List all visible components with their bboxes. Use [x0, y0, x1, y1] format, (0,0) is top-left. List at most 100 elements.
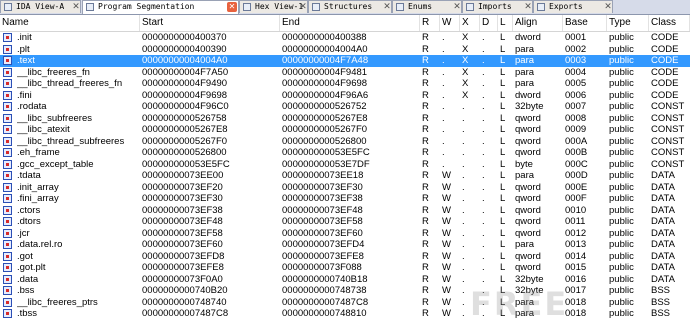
segments-table[interactable]: .init 0000000000400370 0000000000400388 R. X…	[0, 32, 690, 324]
close-icon[interactable]: ✕	[382, 1, 391, 13]
table-row[interactable]: .ctors 00000000073EF38 00000000073EF48 R W..…	[0, 205, 690, 217]
cell-end: 00000000005267E8	[282, 112, 368, 124]
table-row[interactable]: __libc_subfreeres 0000000000526758 0000000…	[0, 113, 690, 125]
cell-execute: .	[462, 170, 465, 181]
cell-loader: L	[500, 78, 506, 89]
cell-align: qword	[515, 147, 541, 158]
close-icon[interactable]: ✕	[603, 1, 612, 13]
cell-align: 32byte	[515, 285, 544, 296]
column-header-end[interactable]: End	[280, 15, 420, 31]
close-icon[interactable]: ✕	[227, 2, 237, 12]
table-row[interactable]: .init_array 00000000073EF20 00000000073EF3…	[0, 182, 690, 194]
table-row[interactable]: .plt 0000000000400390 00000000004004A0 R. X.…	[0, 44, 690, 56]
close-icon[interactable]: ✕	[71, 1, 80, 13]
cell-read: R	[422, 239, 429, 250]
cell-write: W	[442, 250, 451, 262]
table-row[interactable]: .data 00000000073F0A0 0000000000740B18 R W..…	[0, 274, 690, 286]
cell-type: public	[609, 124, 634, 135]
column-header-debug[interactable]: D	[480, 15, 498, 31]
cell-write: W	[442, 227, 451, 239]
cell-end: 00000000004F9698	[282, 78, 368, 89]
table-row[interactable]: .got 00000000073EFD8 00000000073EFE8 R W.. Lq…	[0, 251, 690, 263]
table-row[interactable]: __libc_thread_freeres_fn 00000000004F9490…	[0, 78, 690, 90]
cell-read: R	[422, 124, 429, 135]
tab-structures[interactable]: Structures ✕	[308, 0, 392, 13]
cell-align: para	[515, 239, 535, 250]
close-icon[interactable]: ✕	[452, 1, 461, 13]
column-header-type[interactable]: Type	[607, 15, 649, 31]
table-row[interactable]: .bss 0000000000740B20 0000000000748738 R W..…	[0, 285, 690, 297]
cell-debug: .	[482, 170, 485, 181]
cell-read: R	[422, 43, 429, 55]
cell-start: 0000000000526800	[142, 147, 227, 158]
cell-start: 0000000000400390	[142, 43, 227, 55]
table-row[interactable]: .init 0000000000400370 0000000000400388 R. X…	[0, 32, 690, 44]
table-row[interactable]: .jcr 00000000073EF58 00000000073EF60 R W.. Lq…	[0, 228, 690, 240]
segment-icon	[3, 102, 12, 111]
cell-base: 0008	[565, 112, 587, 124]
cell-loader: L	[500, 181, 506, 193]
column-header-class[interactable]: Class	[649, 15, 690, 31]
close-icon[interactable]: ✕	[298, 1, 307, 13]
cell-debug: .	[482, 135, 485, 147]
close-icon[interactable]: ✕	[523, 1, 532, 13]
table-row[interactable]: .rodata 00000000004F96C0 0000000000526752 R…	[0, 101, 690, 113]
table-row[interactable]: __libc_freeres_ptrs 0000000000748740 00000…	[0, 297, 690, 309]
cell-class: CODE	[651, 32, 679, 43]
table-row[interactable]: .dtors 00000000073EF48 00000000073EF58 R W..…	[0, 216, 690, 228]
cell-end: 00000000007487C8	[282, 296, 369, 308]
table-row[interactable]: .fini_array 00000000073EF30 00000000073EF3…	[0, 193, 690, 205]
table-row[interactable]: __libc_freeres_fn 00000000004F7A50 0000000…	[0, 67, 690, 79]
tab-imports[interactable]: Imports ✕	[462, 0, 533, 13]
hex-icon	[243, 3, 251, 11]
table-row[interactable]: .tbss 00000000007487C8 0000000000748810 R W.…	[0, 308, 690, 320]
column-header-name[interactable]: Name	[0, 15, 140, 31]
column-header-align[interactable]: Align	[513, 15, 563, 31]
cell-loader: L	[500, 32, 506, 43]
cell-base: 0002	[565, 43, 587, 55]
column-header-execute[interactable]: X	[460, 15, 480, 31]
segment-icon	[3, 228, 12, 238]
cell-name: .tbss	[17, 308, 38, 319]
cell-type: public	[609, 308, 634, 319]
cell-name: __libc_thread_freeres_fn	[17, 78, 123, 89]
cell-debug: .	[482, 158, 485, 170]
table-row[interactable]: .gcc_except_table 000000000053E5FC 0000000…	[0, 159, 690, 171]
table-row[interactable]: .got.plt 00000000073EFE8 00000000073F088 R W…	[0, 262, 690, 274]
table-row[interactable]: .eh_frame 0000000000526800 000000000053E5F…	[0, 147, 690, 159]
column-header-start[interactable]: Start	[140, 15, 280, 31]
cell-read: R	[422, 308, 429, 319]
cell-read: R	[422, 285, 429, 296]
column-header-loader[interactable]: L	[498, 15, 513, 31]
cell-align: qword	[515, 227, 541, 239]
table-row[interactable]: .data.rel.ro 00000000073EF60 00000000073EF…	[0, 239, 690, 251]
cell-base: 0014	[565, 250, 587, 262]
cell-debug: .	[482, 112, 485, 124]
cell-execute: .	[462, 227, 465, 239]
cell-read: R	[422, 101, 429, 112]
table-row[interactable]: .text 00000000004004A0 00000000004F7A48 R. X…	[0, 55, 690, 67]
cell-start: 0000000000748740	[142, 296, 227, 308]
cell-execute: .	[462, 273, 465, 285]
tab-hex-view-1[interactable]: Hex View-1 ✕	[239, 0, 308, 13]
cell-name: .fini_array	[17, 193, 59, 204]
column-header-base[interactable]: Base	[563, 15, 607, 31]
tab-program-segmentation[interactable]: Program Segmentation ✕	[82, 0, 239, 14]
cell-loader: L	[500, 124, 506, 135]
column-header-read[interactable]: R	[420, 15, 440, 31]
table-row[interactable]: __libc_thread_subfreeres 00000000005267F0…	[0, 136, 690, 148]
table-row[interactable]: .fini 00000000004F9698 00000000004F96A6 R. X…	[0, 90, 690, 102]
segment-icon	[3, 67, 12, 77]
cell-end: 00000000004F7A48	[282, 55, 369, 66]
column-header-write[interactable]: W	[440, 15, 460, 31]
tab-enums[interactable]: Enums ✕	[392, 0, 462, 13]
tab-ida-view-a[interactable]: IDA View-A ✕	[0, 0, 81, 13]
table-row[interactable]: .tdata 00000000073EE00 00000000073EE18 R W..…	[0, 170, 690, 182]
cell-loader: L	[500, 250, 506, 262]
tab-exports[interactable]: Exports ✕	[533, 0, 613, 13]
table-row[interactable]: __libc_atexit 00000000005267E8 00000000005…	[0, 124, 690, 136]
cell-align: qword	[515, 262, 541, 273]
cell-write: .	[442, 43, 445, 55]
cell-align: para	[515, 55, 535, 66]
tab-label: Imports	[478, 2, 512, 11]
